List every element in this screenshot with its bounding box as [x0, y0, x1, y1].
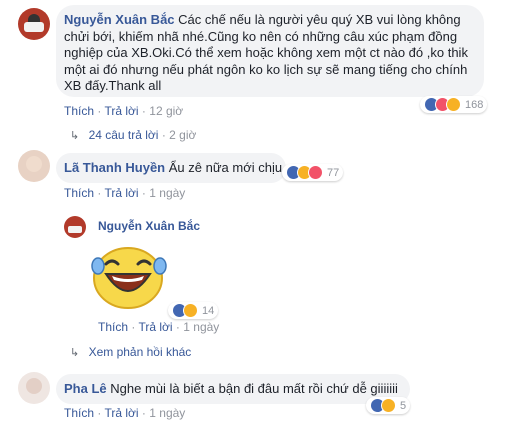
separator: · — [141, 104, 146, 118]
commenter-name[interactable]: Nguyễn Xuân Bắc — [98, 219, 200, 233]
reply-arrow-icon: ↳ — [70, 347, 80, 359]
separator: · — [97, 186, 102, 200]
like-link[interactable]: Thích — [98, 320, 128, 334]
commenter-name[interactable]: Pha Lê — [64, 381, 107, 396]
comment-body: Nguyễn Xuân Bắc Các chế nếu là người yêu… — [64, 12, 476, 95]
comment-actions: Thích · Trả lời · 1 ngày — [64, 186, 185, 200]
reply-link[interactable]: Trả lời — [104, 186, 138, 200]
comment-body: Pha Lê Nghe mùi là biết a bận đi đâu mất… — [64, 381, 408, 398]
haha-reaction-icon — [446, 97, 461, 112]
comment-actions: Thích · Trả lời · 12 giờ — [64, 104, 183, 118]
comment-body: Lã Thanh Huyền Ẩu zê nữa mới chịu — [64, 160, 284, 177]
avatar[interactable] — [64, 216, 86, 238]
haha-reaction-icon — [381, 398, 396, 413]
love-reaction-icon — [308, 165, 323, 180]
more-replies-link[interactable]: Xem phản hồi khác — [89, 345, 192, 359]
comment-text: Ẩu zê nữa mới chịu — [168, 160, 283, 175]
separator: · — [141, 186, 146, 200]
laughing-sticker — [90, 242, 168, 310]
separator: · — [161, 128, 166, 142]
reaction-summary[interactable]: 168 — [420, 96, 488, 113]
separator: · — [131, 320, 136, 334]
reaction-count: 14 — [202, 304, 215, 317]
separator: · — [97, 406, 102, 420]
commenter-name[interactable]: Lã Thanh Huyền — [64, 160, 165, 175]
avatar[interactable] — [18, 150, 50, 182]
haha-reaction-icon — [183, 303, 198, 318]
separator: · — [175, 320, 180, 334]
view-more-replies[interactable]: ↳ Xem phản hồi khác — [70, 345, 191, 359]
reaction-summary[interactable]: 5 — [366, 397, 411, 414]
view-replies[interactable]: ↳ 24 câu trả lời · 2 giờ — [70, 128, 196, 142]
replies-count-link[interactable]: 24 câu trả lời — [89, 128, 159, 142]
reaction-count: 5 — [400, 399, 407, 412]
reply-link[interactable]: Trả lời — [104, 104, 138, 118]
reaction-count: 77 — [327, 166, 340, 179]
separator: · — [97, 104, 102, 118]
comment-text: Nghe mùi là biết a bận đi đâu mất rồi ch… — [110, 381, 398, 396]
separator: · — [141, 406, 146, 420]
reaction-summary[interactable]: 77 — [282, 164, 344, 181]
like-link[interactable]: Thích — [64, 104, 94, 118]
timestamp[interactable]: 12 giờ — [149, 104, 183, 118]
timestamp[interactable]: 1 ngày — [149, 186, 185, 200]
reaction-summary[interactable]: 14 — [168, 302, 219, 319]
reaction-count: 168 — [465, 98, 484, 111]
avatar[interactable] — [18, 8, 50, 40]
avatar[interactable] — [18, 372, 50, 404]
reply-arrow-icon: ↳ — [70, 130, 80, 142]
timestamp[interactable]: 1 ngày — [149, 406, 185, 420]
replies-timestamp: 2 giờ — [169, 128, 197, 142]
like-link[interactable]: Thích — [64, 186, 94, 200]
commenter-name[interactable]: Nguyễn Xuân Bắc — [64, 12, 175, 27]
timestamp[interactable]: 1 ngày — [183, 320, 219, 334]
reply-link[interactable]: Trả lời — [104, 406, 138, 420]
laughing-face-icon — [91, 247, 167, 309]
reply-link[interactable]: Trả lời — [138, 320, 172, 334]
like-link[interactable]: Thích — [64, 406, 94, 420]
comment-actions: Thích · Trả lời · 1 ngày — [98, 320, 219, 334]
comment-actions: Thích · Trả lời · 1 ngày — [64, 406, 185, 420]
